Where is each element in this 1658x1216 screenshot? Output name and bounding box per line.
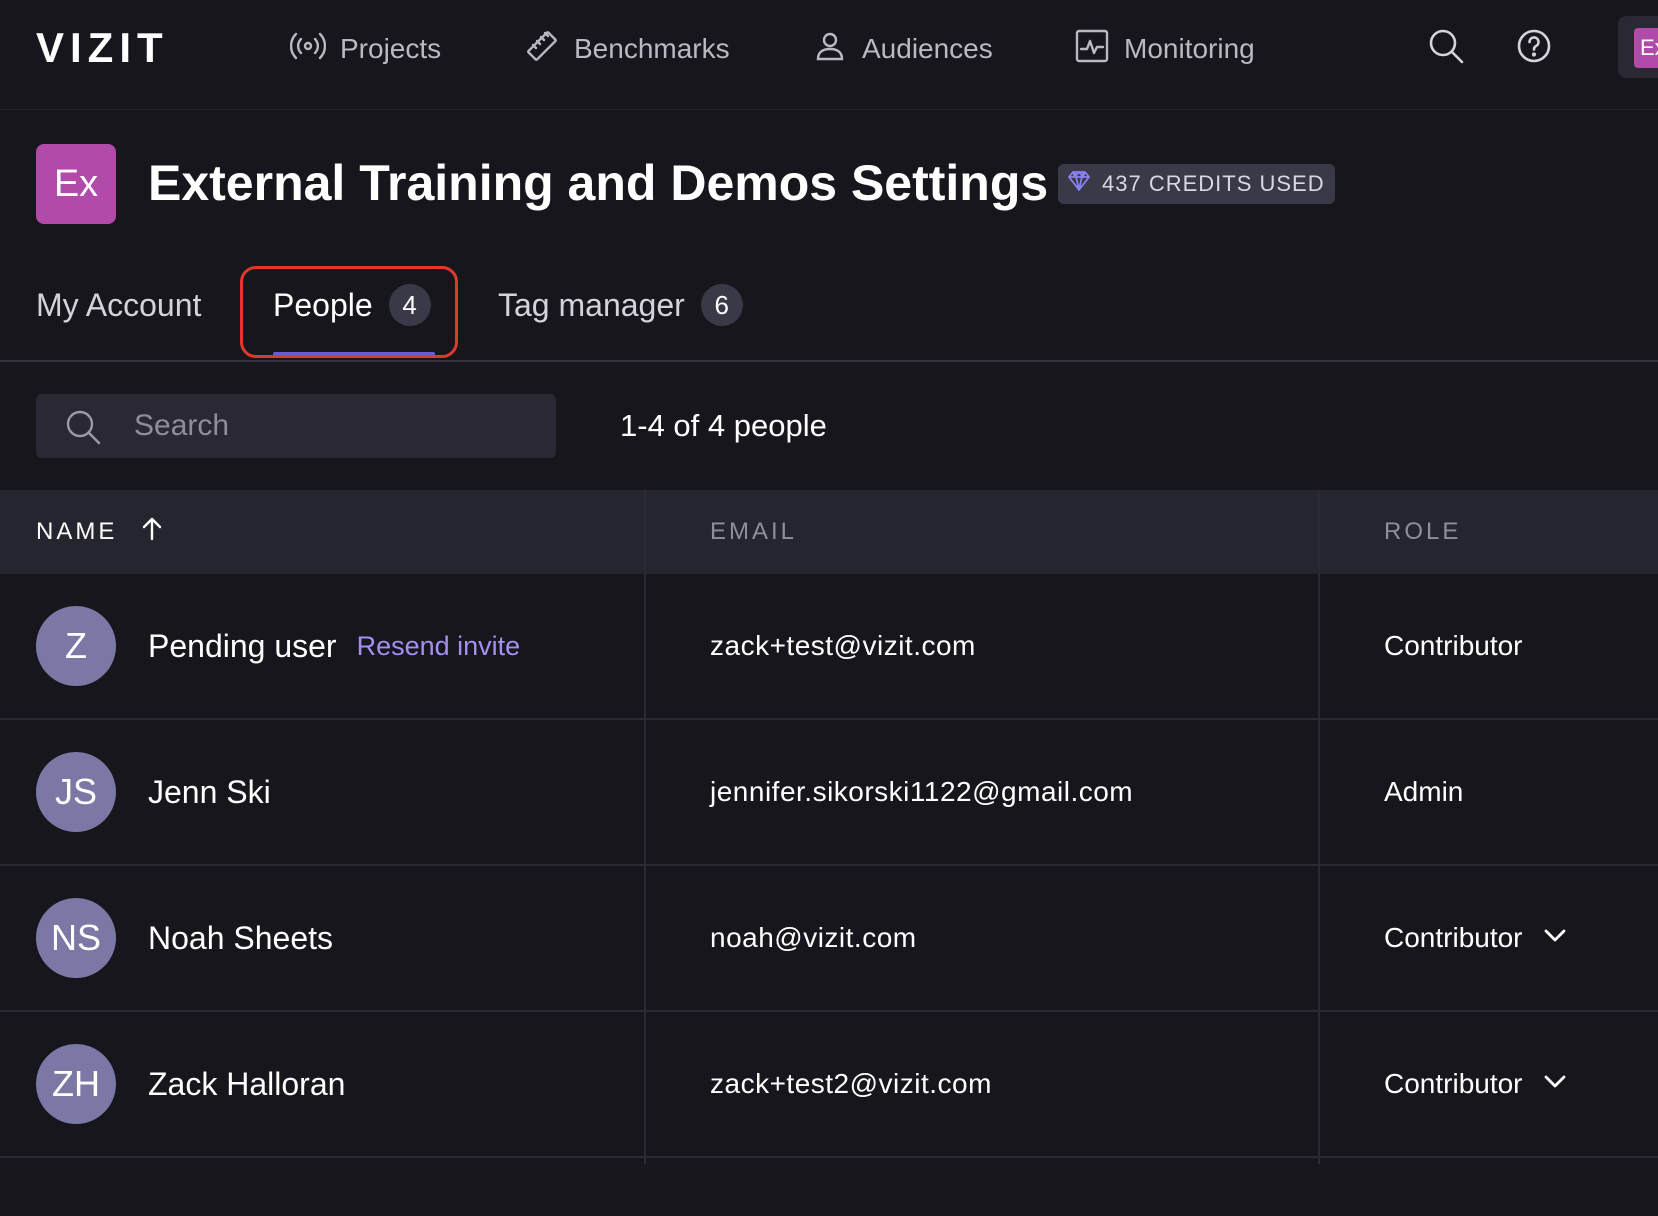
name-cell: JS Jenn Ski	[36, 720, 271, 864]
table-row: ZH Zack Halloran zack+test2@vizit.com Co…	[0, 1012, 1658, 1158]
sort-ascending-icon	[139, 516, 165, 549]
diamond-icon	[1066, 168, 1092, 200]
top-nav: VIZIT Projects Benchmarks Audiences Moni…	[0, 0, 1658, 110]
nav-monitoring-label: Monitoring	[1124, 33, 1255, 64]
nav-benchmarks-label: Benchmarks	[574, 33, 730, 64]
nav-audiences-label: Audiences	[862, 33, 993, 64]
tab-people[interactable]: People 4	[273, 280, 431, 330]
nav-projects[interactable]: Projects	[289, 26, 442, 72]
email-cell: noah@vizit.com	[710, 922, 917, 953]
tab-label: Tag manager	[498, 286, 685, 323]
help-button[interactable]	[1512, 26, 1556, 70]
name-cell: Z Pending user Resend invite	[36, 574, 520, 718]
tab-label: My Account	[36, 286, 202, 323]
role-value: Contributor	[1384, 630, 1523, 661]
tab-my-account[interactable]: My Account	[36, 280, 201, 330]
user-avatar: Ex	[1634, 28, 1658, 68]
tab-tag-manager[interactable]: Tag manager 6	[498, 280, 743, 330]
chevron-down-icon	[1541, 921, 1569, 956]
pulse-chart-icon	[1074, 28, 1110, 71]
chevron-down-icon	[1541, 1067, 1569, 1102]
user-menu-button[interactable]: Ex	[1618, 16, 1658, 78]
person-name: Pending user	[148, 627, 337, 664]
role-value: Contributor	[1384, 922, 1523, 953]
email-cell: zack+test2@vizit.com	[710, 1068, 992, 1099]
column-divider	[1318, 490, 1320, 1164]
name-cell: ZH Zack Halloran	[36, 1012, 345, 1156]
column-divider	[644, 490, 646, 1164]
nav-monitoring[interactable]: Monitoring	[1074, 26, 1255, 72]
table-row: JS Jenn Ski jennifer.sikorski1122@gmail.…	[0, 720, 1658, 866]
person-name: Zack Halloran	[148, 1065, 346, 1102]
nav-benchmarks[interactable]: Benchmarks	[524, 26, 730, 72]
email-cell: jennifer.sikorski1122@gmail.com	[710, 776, 1134, 807]
avatar: JS	[36, 752, 116, 832]
avatar: ZH	[36, 1044, 116, 1124]
search-icon	[1427, 27, 1465, 70]
role-dropdown[interactable]: Contributor	[1384, 1012, 1569, 1156]
person-icon	[812, 28, 848, 71]
help-icon	[1515, 27, 1553, 70]
people-table: NAME EMAIL ROLE Z Pending user Resend in…	[0, 490, 1658, 1164]
results-count: 1-4 of 4 people	[620, 408, 827, 443]
avatar: NS	[36, 898, 116, 978]
role-cell: Admin	[1384, 720, 1463, 864]
resend-invite-link[interactable]: Resend invite	[357, 631, 521, 662]
vizit-logo[interactable]: VIZIT	[36, 24, 169, 72]
table-header: NAME EMAIL ROLE	[0, 490, 1658, 574]
column-header-email[interactable]: EMAIL	[710, 490, 797, 574]
tabs-divider	[0, 360, 1658, 362]
search-input[interactable]	[132, 394, 542, 458]
table-row: Z Pending user Resend invite zack+test@v…	[0, 574, 1658, 720]
table-row: NS Noah Sheets noah@vizit.com Contributo…	[0, 866, 1658, 1012]
search-button[interactable]	[1424, 26, 1468, 70]
search-box	[36, 394, 556, 458]
column-header-name[interactable]: NAME	[36, 490, 165, 574]
role-cell: Contributor	[1384, 574, 1523, 718]
active-tab-indicator	[273, 352, 435, 357]
avatar: Z	[36, 606, 116, 686]
tab-label: People	[273, 286, 373, 323]
column-header-role[interactable]: ROLE	[1384, 490, 1461, 574]
column-header-label: NAME	[36, 518, 118, 545]
person-name: Noah Sheets	[148, 919, 334, 956]
role-dropdown[interactable]: Contributor	[1384, 866, 1569, 1010]
tab-count-badge: 4	[388, 284, 431, 326]
nav-audiences[interactable]: Audiences	[812, 26, 993, 72]
email-cell: zack+test@vizit.com	[710, 630, 976, 661]
column-header-label: ROLE	[1384, 518, 1462, 545]
tab-count-badge: 6	[700, 284, 743, 326]
nav-projects-label: Projects	[340, 33, 442, 64]
role-value: Contributor	[1384, 1068, 1523, 1099]
column-header-label: EMAIL	[710, 518, 798, 545]
name-cell: NS Noah Sheets	[36, 866, 333, 1010]
credits-text: 437 CREDITS USED	[1102, 171, 1325, 196]
page-title: External Training and Demos Settings	[148, 155, 1049, 211]
role-value: Admin	[1384, 776, 1464, 807]
credits-badge: 437 CREDITS USED	[1058, 164, 1335, 204]
person-name: Jenn Ski	[148, 773, 271, 810]
ruler-icon	[524, 28, 560, 71]
broadcast-icon	[289, 28, 327, 71]
org-avatar: Ex	[36, 144, 116, 224]
